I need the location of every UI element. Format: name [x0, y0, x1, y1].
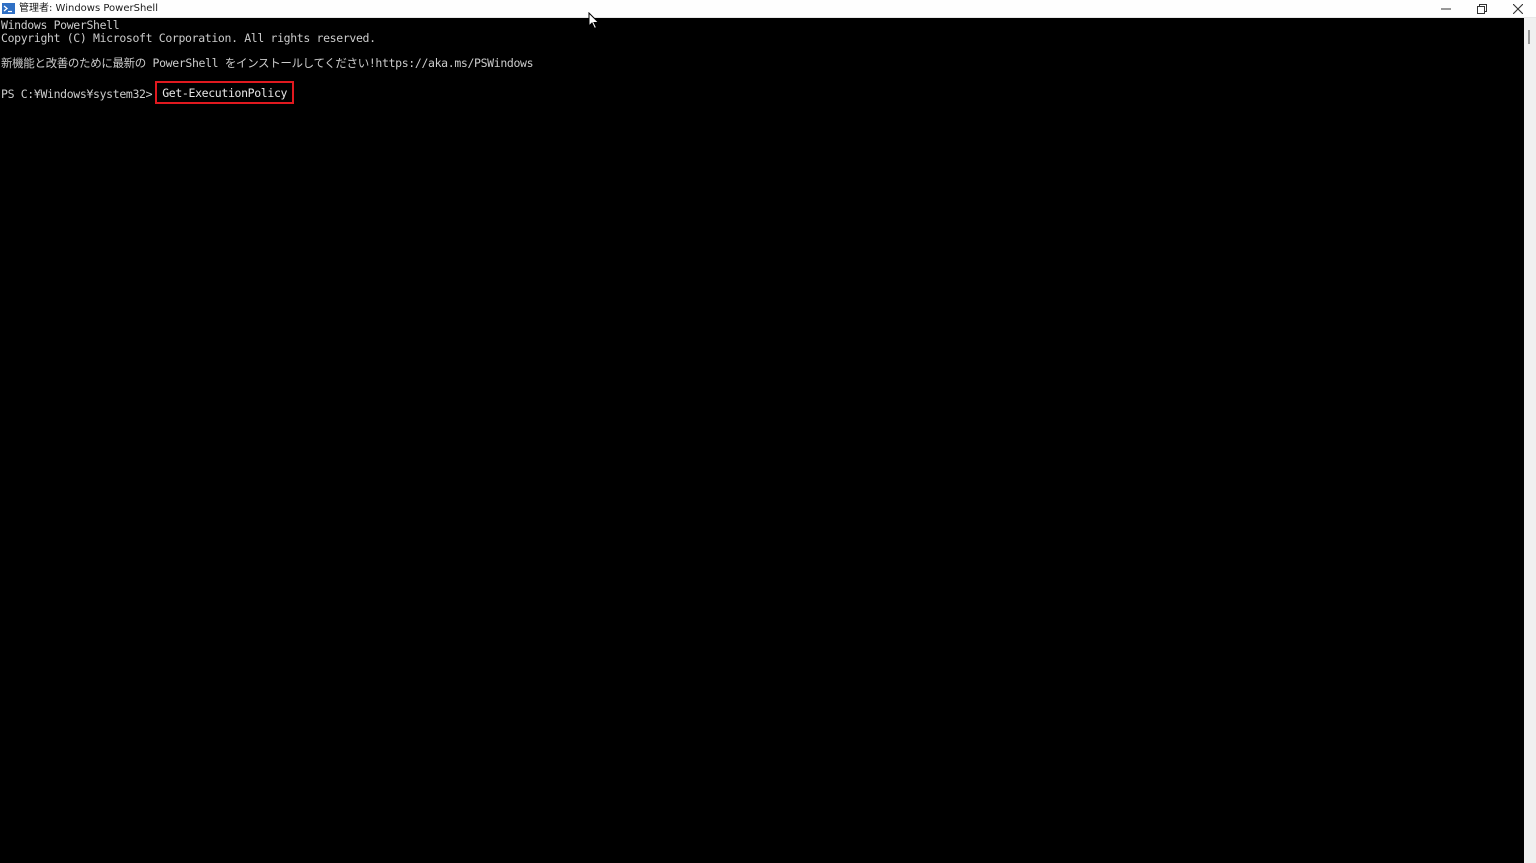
window-title: 管理者: Windows PowerShell	[19, 3, 158, 14]
minimize-icon	[1441, 4, 1451, 14]
prompt-text: PS C:¥Windows¥system32>	[1, 86, 153, 101]
restore-icon	[1477, 3, 1487, 14]
powershell-icon	[2, 3, 15, 14]
console-output[interactable]: Windows PowerShell Copyright (C) Microso…	[0, 18, 1524, 863]
mouse-cursor-icon	[588, 11, 600, 30]
maximize-button[interactable]	[1464, 0, 1500, 17]
console-line-copyright: Copyright (C) Microsoft Corporation. All…	[1, 31, 376, 45]
close-button[interactable]	[1500, 0, 1536, 17]
command-highlight[interactable]: Get-ExecutionPolicy	[155, 81, 295, 104]
powershell-window: 管理者: Windows PowerShell Windows PowerShe…	[0, 0, 1536, 863]
title-bar[interactable]: 管理者: Windows PowerShell	[0, 0, 1536, 18]
scrollbar-thumb[interactable]	[1528, 30, 1530, 44]
close-icon	[1513, 3, 1523, 14]
vertical-scrollbar[interactable]	[1524, 18, 1536, 863]
minimize-button[interactable]	[1428, 0, 1464, 17]
console-line-header: Windows PowerShell	[1, 18, 120, 32]
prompt-line[interactable]: PS C:¥Windows¥system32> Get-ExecutionPoli…	[1, 81, 295, 105]
console-line-update-notice: 新機能と改善のために最新の PowerShell をインストールしてください!h…	[1, 56, 534, 70]
